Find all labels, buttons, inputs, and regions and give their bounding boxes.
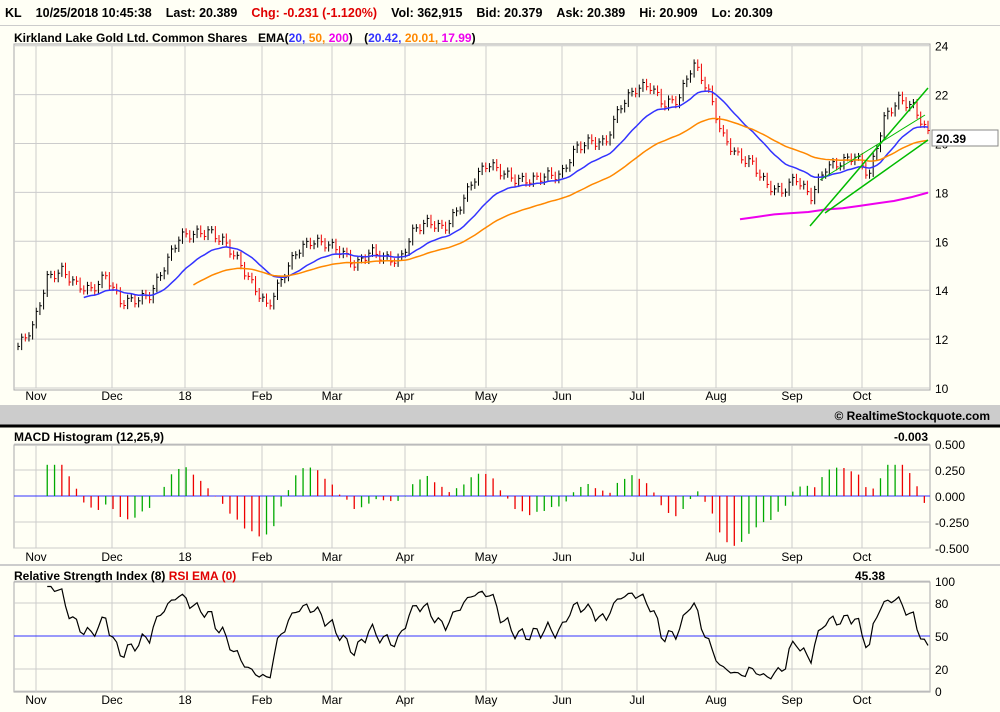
month-tick-label: Apr: [396, 550, 415, 564]
month-tick-label: Apr: [396, 389, 415, 403]
month-tick-label: Feb: [252, 550, 273, 564]
month-tick-label: May: [475, 550, 498, 564]
month-tick-label: Oct: [853, 389, 872, 403]
ema20-period: 20,: [289, 31, 306, 45]
rsi-title-group: Relative Strength Index (8) RSI EMA (0): [14, 569, 236, 583]
price-title: Kirkland Lake Gold Ltd. Common Shares: [14, 31, 248, 45]
macd-title: MACD Histogram (12,25,9): [14, 430, 164, 444]
price-tick-label: 22: [935, 89, 949, 103]
stock-chart: Nov Nov Nov Dec Dec Dec 18 18 18 Feb Feb Feb Mar Mar M…: [0, 31, 1000, 707]
macd-tick-label: 0.000: [935, 490, 965, 504]
price-plot-frame: [13, 43, 931, 391]
price-tick-label: 14: [935, 284, 949, 298]
ema-legend: EMA(20, 50, 200) (20.42, 20.01, 17.99): [258, 31, 476, 45]
macd-value: -0.003: [894, 430, 928, 444]
rsi-tick-label: 20: [935, 663, 949, 677]
month-tick-label: Jul: [629, 389, 644, 403]
ema-close: ): [349, 31, 353, 45]
month-tick-label: Dec: [101, 693, 122, 707]
price-tick-label: 24: [935, 40, 949, 54]
month-tick-label: Jul: [629, 550, 644, 564]
month-tick-label: Feb: [252, 389, 273, 403]
macd-tick-label: 0.250: [935, 464, 965, 478]
price-tick-label: 10: [935, 382, 949, 396]
rsi-ema-label: RSI EMA (0): [169, 569, 237, 583]
month-tick-label: Nov: [25, 389, 46, 403]
month-tick-label: Aug: [705, 550, 726, 564]
ema-label: EMA(: [258, 31, 289, 45]
month-tick-label: Oct: [853, 550, 872, 564]
month-tick-label: Nov: [25, 693, 46, 707]
rsi-value: 45.38: [855, 569, 885, 583]
month-tick-label: Aug: [705, 389, 726, 403]
rsi-line: [47, 585, 929, 680]
copyright: © RealtimeStockquote.com: [834, 409, 990, 423]
price-tick-label: 12: [935, 333, 949, 347]
month-tick-label: 18: [178, 550, 192, 564]
ema50-value: 20.01,: [405, 31, 438, 45]
month-tick-label: Jun: [552, 693, 571, 707]
month-tick-label: Feb: [252, 693, 273, 707]
price-tick-label: 18: [935, 186, 949, 200]
ema20-line: [83, 90, 929, 299]
month-tick-label: Mar: [322, 389, 343, 403]
last-price-label: 20.39: [936, 132, 966, 146]
month-tick-label: Jul: [629, 693, 644, 707]
month-tick-label: Aug: [705, 693, 726, 707]
channel-mid-line: [819, 114, 926, 181]
month-tick-label: Dec: [101, 550, 122, 564]
paren: ): [472, 31, 476, 45]
month-tick-label: Jun: [552, 550, 571, 564]
month-tick-label: Apr: [396, 693, 415, 707]
month-tick-label: Nov: [25, 550, 46, 564]
month-tick-label: Sep: [781, 389, 803, 403]
macd-tick-label: -0.500: [935, 542, 969, 556]
month-tick-label: Sep: [781, 550, 803, 564]
macd-tick-label: 0.500: [935, 438, 965, 452]
rsi-title: Relative Strength Index (8): [14, 569, 165, 583]
month-tick-label: Jun: [552, 389, 571, 403]
month-tick-label: Sep: [781, 693, 803, 707]
ema200-period: 200: [329, 31, 349, 45]
month-tick-label: Oct: [853, 693, 872, 707]
rsi-tick-label: 50: [935, 630, 949, 644]
macd-tick-label: -0.250: [935, 516, 969, 530]
month-tick-label: 18: [178, 693, 192, 707]
ema20-value: 20.42,: [368, 31, 401, 45]
month-tick-label: Mar: [322, 550, 343, 564]
ema50-period: 50,: [309, 31, 326, 45]
month-tick-label: Mar: [322, 693, 343, 707]
month-tick-label: 18: [178, 389, 192, 403]
month-tick-label: Dec: [101, 389, 122, 403]
month-tick-label: May: [475, 389, 498, 403]
rsi-tick-label: 80: [935, 597, 949, 611]
rsi-tick-label: 100: [935, 575, 955, 589]
rsi-tick-label: 0: [935, 685, 942, 699]
price-tick-label: 16: [935, 235, 949, 249]
month-tick-label: May: [475, 693, 498, 707]
ema200-value: 17.99: [442, 31, 472, 45]
